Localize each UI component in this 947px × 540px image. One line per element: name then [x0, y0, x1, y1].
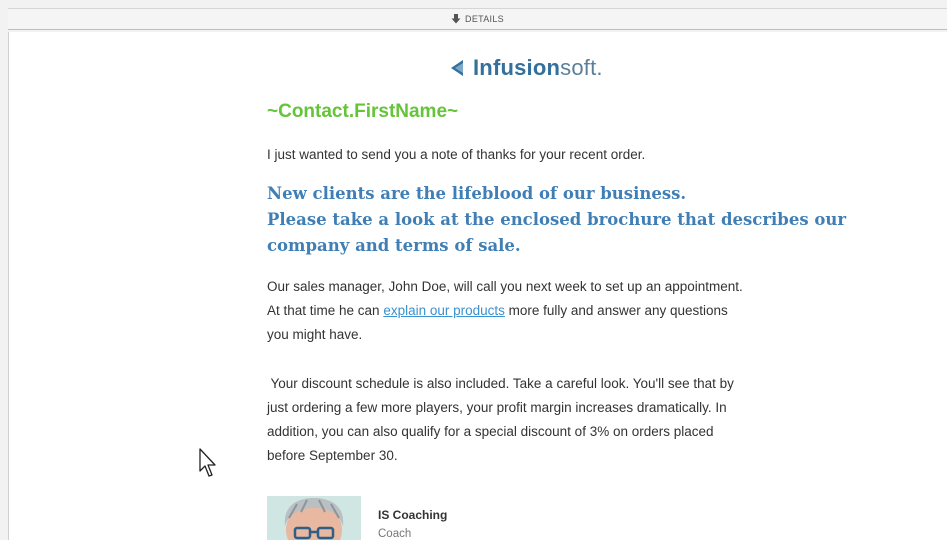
mouse-pointer-icon	[199, 448, 216, 477]
intro-paragraph: I just wanted to send you a note of than…	[267, 147, 646, 162]
paragraph-line: Your discount schedule is also included.…	[267, 376, 734, 391]
download-arrow-icon	[451, 14, 461, 24]
headline: New clients are the lifeblood of our bus…	[267, 181, 847, 259]
details-toggle-bar[interactable]: DETAILS	[8, 8, 947, 30]
paragraph-line: you might have.	[267, 327, 363, 342]
headline-line: New clients are the lifeblood of our bus…	[267, 184, 687, 203]
logo-wordmark: Infusionsoft.	[473, 55, 603, 80]
signature-title: Coach	[378, 528, 412, 540]
merge-field-first-name: ~Contact.FirstName~	[267, 101, 459, 122]
signature-name: IS Coaching	[378, 508, 448, 522]
paragraph-line: addition, you can also qualify for a spe…	[267, 424, 714, 439]
page-background: DETAILS Infusionsoft. ~Contact.FirstName…	[0, 0, 947, 540]
paragraph-line: Our sales manager, John Doe, will call y…	[267, 279, 743, 294]
headline-line: company and terms of sale.	[267, 236, 521, 255]
infusionsoft-mark-icon	[451, 60, 463, 76]
headline-line: Please take a look at the enclosed broch…	[267, 210, 847, 229]
explain-products-link[interactable]: explain our products	[383, 303, 505, 318]
details-label: DETAILS	[465, 14, 504, 24]
infusionsoft-logo: Infusionsoft.	[449, 55, 603, 81]
coach-avatar	[267, 496, 361, 540]
sales-manager-paragraph: Our sales manager, John Doe, will call y…	[267, 275, 807, 347]
paragraph-line: At that time he can explain our products…	[267, 303, 728, 318]
paragraph-line: before September 30.	[267, 448, 398, 463]
coach-portrait-icon	[267, 496, 361, 540]
paragraph-line: just ordering a few more players, your p…	[267, 400, 727, 415]
discount-paragraph: Your discount schedule is also included.…	[267, 372, 807, 468]
